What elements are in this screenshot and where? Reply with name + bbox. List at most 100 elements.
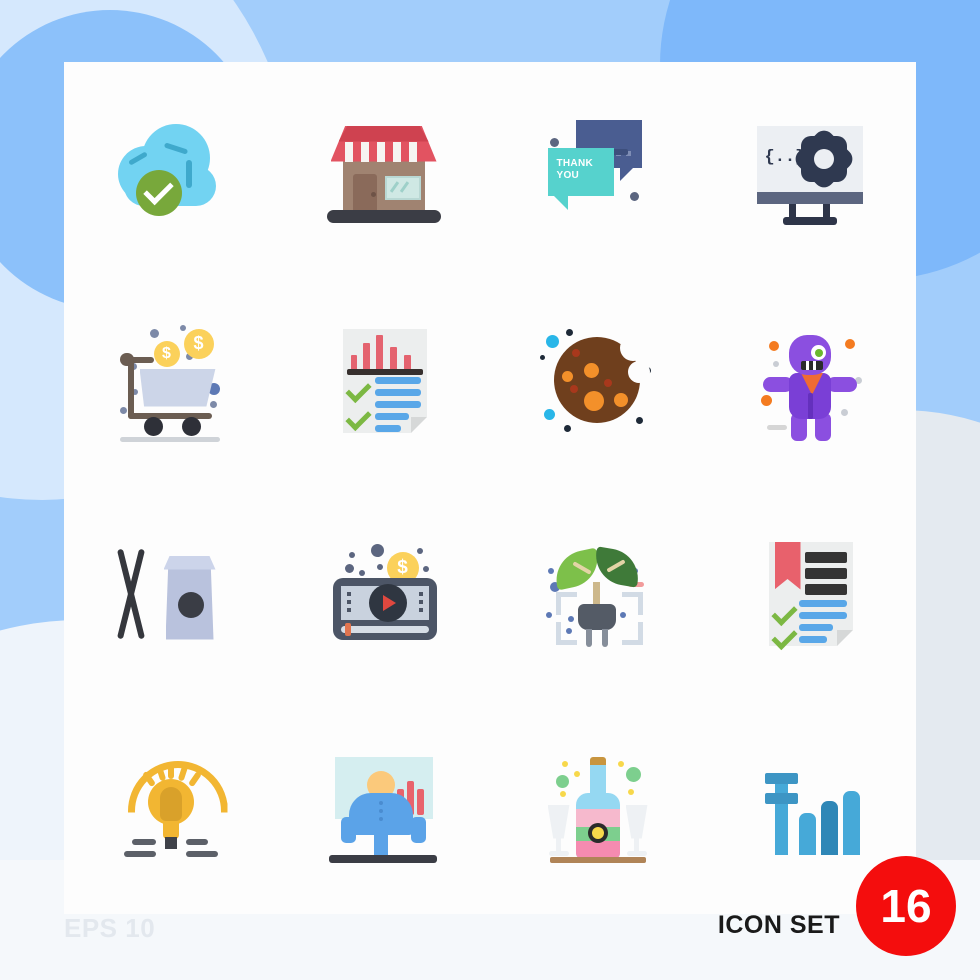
eps-label: EPS 10 <box>64 913 156 943</box>
page-fold-corner <box>410 416 427 433</box>
coin-small: $ <box>153 340 180 367</box>
monster-tooth <box>812 360 816 370</box>
decor-dot <box>629 191 639 201</box>
analytics-bars-icon <box>745 743 875 873</box>
decor-dash <box>185 850 218 857</box>
store-door-knob <box>370 191 376 197</box>
decor-dash <box>185 838 208 845</box>
icon-cell-thank-you-chat[interactable]: THANK YOU <box>490 62 703 275</box>
bracket-top-left <box>555 591 577 615</box>
icon-cell-video-monetization[interactable]: $ <box>277 488 490 701</box>
cookie-chip-dark <box>571 348 580 357</box>
report-axis <box>346 368 423 375</box>
glass-left-foot <box>548 850 569 856</box>
thank-you-line-1: THANK <box>556 157 593 169</box>
decor-dot <box>370 543 384 557</box>
bulb-base <box>164 836 177 849</box>
decor-dash <box>123 850 156 857</box>
analytics-bar-2 <box>798 812 816 855</box>
icon-cell-cookie[interactable] <box>490 275 703 488</box>
decor-dot <box>119 406 127 414</box>
awning-stripe <box>376 141 385 162</box>
film-perforation <box>346 591 351 596</box>
monitor-base <box>782 216 837 225</box>
report-text-line <box>374 376 421 384</box>
thank-you-line-2: YOU <box>556 169 580 181</box>
decor-dot <box>635 416 643 424</box>
shopping-cart-money-icon: $ $ <box>106 317 236 447</box>
bracket-bottom-right <box>621 621 643 645</box>
bulb-filament <box>159 786 182 821</box>
bulb-ray <box>167 762 174 779</box>
bottle-emblem-center <box>591 826 604 839</box>
decor-dash <box>131 838 156 845</box>
gear-center-hole <box>813 148 834 169</box>
plug-pin-right <box>601 628 608 647</box>
monster-bowtie <box>800 372 823 395</box>
icon-cell-shop-store[interactable] <box>277 62 490 275</box>
thank-you-text: THANK YOU <box>557 158 594 182</box>
progress-bar[interactable] <box>340 625 429 633</box>
decor-dot <box>625 766 641 782</box>
cart-handle-grip <box>119 352 134 366</box>
icon-cell-lightbulb[interactable] <box>64 701 277 914</box>
cookie-chip-dark <box>603 378 612 387</box>
icon-cell-monster[interactable] <box>703 275 916 488</box>
decor-dot <box>348 551 355 558</box>
icon-cell-bottle[interactable] <box>490 701 703 914</box>
icon-cell-eco-plug[interactable] <box>490 488 703 701</box>
page-fold-corner <box>836 629 853 646</box>
awning-stripe <box>360 141 369 162</box>
takeaway-box-logo <box>177 591 204 618</box>
report-chart-icon <box>319 317 449 447</box>
report-bar <box>389 346 397 371</box>
film-perforation <box>418 591 423 596</box>
decor-dot <box>179 324 186 331</box>
analytics-bar-3 <box>820 800 838 855</box>
shop-store-icon <box>319 104 449 234</box>
cookie-chip <box>583 390 604 411</box>
decor-dot <box>840 408 848 416</box>
icon-cell-shopping-cart-money[interactable]: $ $ <box>64 275 277 488</box>
analytics-bar-4 <box>842 790 860 855</box>
icon-cell-monitor-settings[interactable]: {..} <box>703 62 916 275</box>
cookie-chip <box>583 362 599 378</box>
cookie-chip-dark <box>569 384 578 393</box>
check-badge <box>135 169 182 216</box>
progress-knob[interactable] <box>344 622 351 636</box>
coin-large: $ <box>183 328 214 359</box>
monster-tooth <box>805 360 809 370</box>
icon-count-value: 16 <box>880 880 932 932</box>
decor-dot <box>573 770 580 777</box>
cloud-check-icon <box>106 104 236 234</box>
play-button-icon[interactable] <box>368 583 407 622</box>
document-heading-line <box>804 583 847 595</box>
icon-cell-report-chart[interactable] <box>277 275 490 488</box>
icon-cell-bookmark-document[interactable] <box>703 488 916 701</box>
decor-dot <box>543 408 555 420</box>
store-awning-top <box>338 125 429 142</box>
decor-dot <box>563 424 571 432</box>
lightbulb-idea-icon <box>106 743 236 873</box>
icon-cell-noodle-box[interactable] <box>64 488 277 701</box>
shirt-button <box>378 816 383 821</box>
monitor-settings-icon: {..} <box>745 104 875 234</box>
cart-wheel-left <box>143 416 163 436</box>
cart-ground <box>119 436 220 442</box>
awning-stripe <box>408 141 417 162</box>
monster-mouth <box>800 360 823 370</box>
cookie-chip <box>561 370 573 382</box>
decor-dot <box>358 569 365 576</box>
decor-dot <box>768 340 779 351</box>
report-text-line <box>374 412 409 420</box>
decor-dot <box>149 328 159 338</box>
document-heading-line <box>804 567 847 579</box>
report-text-line <box>374 388 421 396</box>
decor-dot <box>627 788 634 795</box>
icon-cell-presenter[interactable] <box>277 701 490 914</box>
report-text-line <box>374 400 421 408</box>
store-ground <box>326 209 441 223</box>
decor-dot <box>547 567 554 574</box>
decor-dot <box>844 338 855 349</box>
icon-cell-cloud-check[interactable] <box>64 62 277 275</box>
